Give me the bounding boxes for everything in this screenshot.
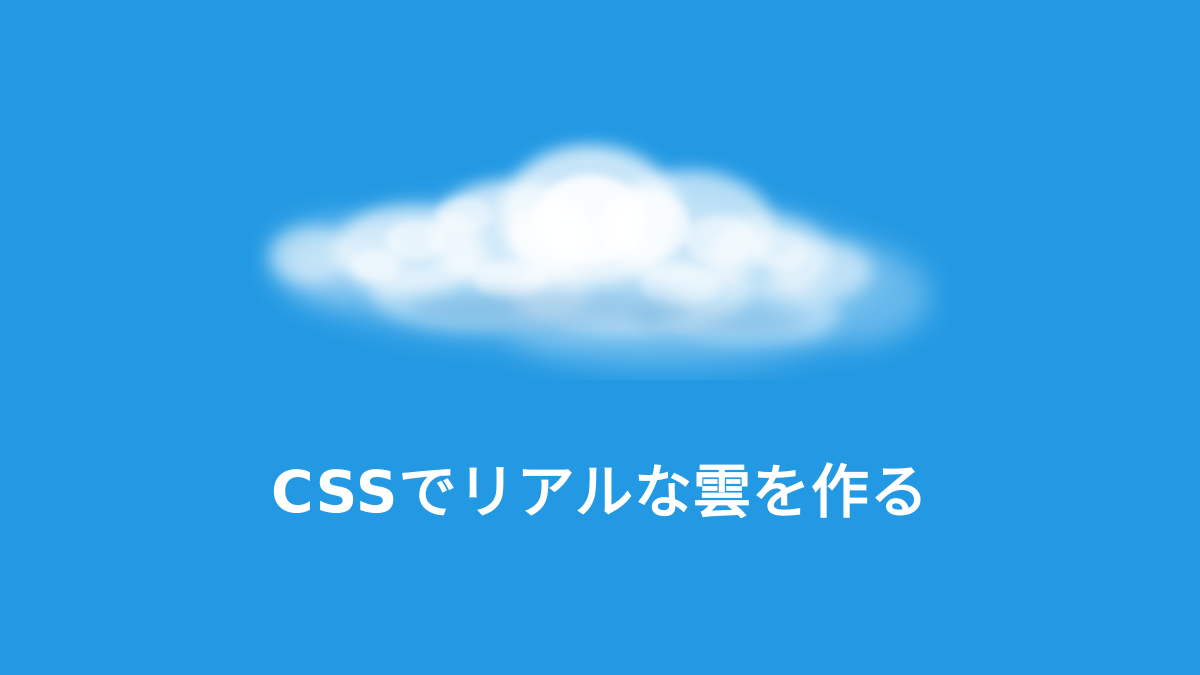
cloud-icon <box>250 120 950 380</box>
page-title: CSSでリアルな雲を作る <box>270 458 929 526</box>
hero-banner: CSSでリアルな雲を作る <box>0 0 1200 675</box>
